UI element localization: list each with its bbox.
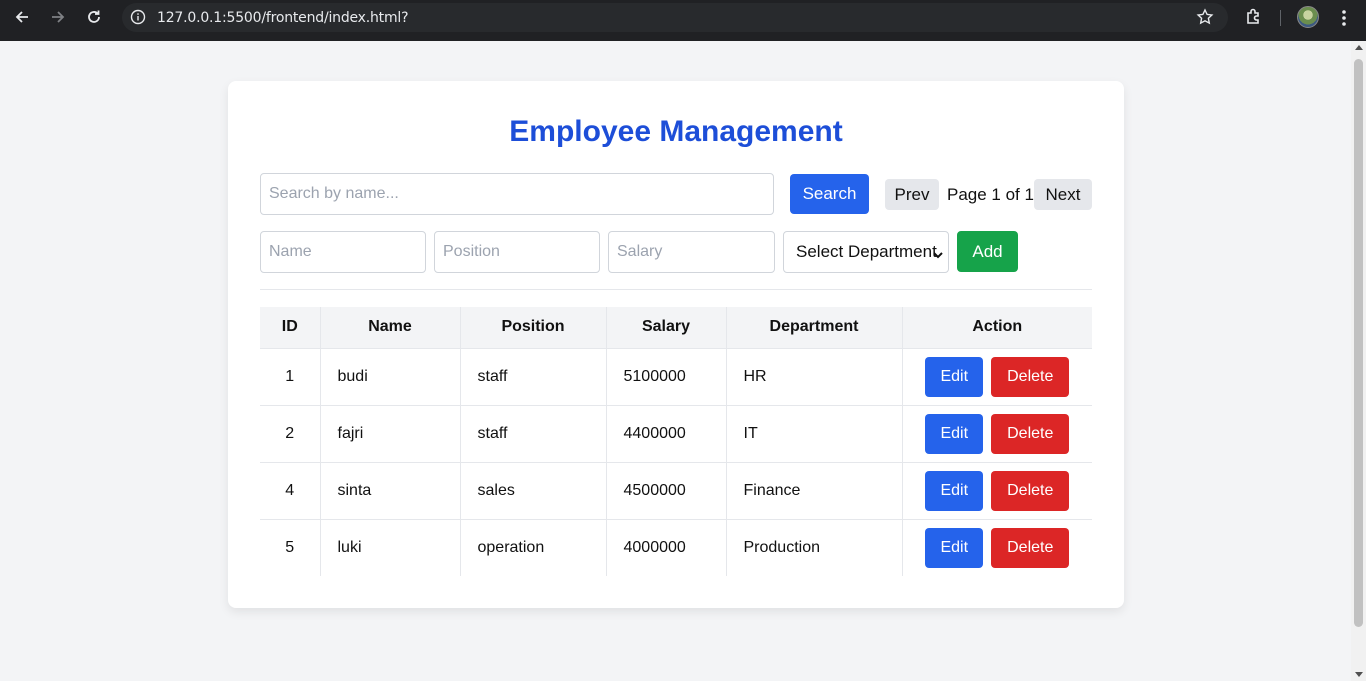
scroll-up-arrow-icon[interactable] [1355, 45, 1363, 50]
edit-button[interactable]: Edit [925, 527, 984, 568]
kebab-menu-icon[interactable] [1335, 8, 1353, 28]
toolbar-divider [1280, 10, 1281, 26]
prev-page-button[interactable]: Prev [885, 179, 939, 210]
cell-name: fajri [320, 404, 461, 462]
cell-actions: Edit Delete [902, 518, 1092, 576]
salary-field[interactable] [608, 231, 775, 273]
column-header-position: Position [460, 307, 607, 348]
cell-position: operation [460, 518, 607, 576]
site-info-icon[interactable] [130, 9, 146, 25]
cell-department: IT [726, 404, 903, 462]
column-header-name: Name [320, 307, 461, 348]
table-row: 1 budi staff 5100000 HR Edit Delete [260, 347, 1092, 405]
position-field[interactable] [434, 231, 600, 273]
column-header-action: Action [902, 307, 1092, 348]
cell-name: budi [320, 347, 461, 405]
url-host: 127.0.0.1 [157, 10, 222, 26]
cell-salary: 4500000 [606, 461, 727, 519]
cell-position: sales [460, 461, 607, 519]
add-employee-button[interactable]: Add [957, 231, 1018, 272]
url-text: 127.0.0.1:5500/frontend/index.html? [157, 10, 409, 26]
delete-button[interactable]: Delete [991, 470, 1070, 511]
reload-icon[interactable] [83, 6, 105, 28]
cell-salary: 4000000 [606, 518, 727, 576]
cell-actions: Edit Delete [902, 347, 1092, 405]
name-field[interactable] [260, 231, 426, 273]
column-header-department: Department [726, 307, 903, 348]
back-arrow-icon[interactable] [11, 6, 33, 28]
employee-table: ID Name Position Salary Department Actio… [260, 307, 1092, 576]
cell-id: 4 [260, 461, 321, 519]
delete-button[interactable]: Delete [991, 356, 1070, 397]
search-button[interactable]: Search [790, 174, 869, 214]
table-row: 5 luki operation 4000000 Production Edit… [260, 518, 1092, 576]
cell-department: Finance [726, 461, 903, 519]
form-divider [260, 289, 1092, 290]
address-bar[interactable]: 127.0.0.1:5500/frontend/index.html? [122, 3, 1228, 32]
cell-salary: 4400000 [606, 404, 727, 462]
cell-name: luki [320, 518, 461, 576]
cell-actions: Edit Delete [902, 461, 1092, 519]
table-row: 4 sinta sales 4500000 Finance Edit Delet… [260, 461, 1092, 519]
column-header-id: ID [260, 307, 321, 348]
cell-id: 5 [260, 518, 321, 576]
cell-position: staff [460, 347, 607, 405]
cell-name: sinta [320, 461, 461, 519]
cell-id: 2 [260, 404, 321, 462]
extensions-icon[interactable] [1244, 7, 1264, 32]
scroll-down-arrow-icon[interactable] [1355, 672, 1363, 677]
cell-salary: 5100000 [606, 347, 727, 405]
cell-department: Production [726, 518, 903, 576]
department-select-value: Select Department [796, 242, 937, 261]
edit-button[interactable]: Edit [925, 413, 984, 454]
column-header-salary: Salary [606, 307, 727, 348]
cell-department: HR [726, 347, 903, 405]
delete-button[interactable]: Delete [991, 527, 1070, 568]
cell-actions: Edit Delete [902, 404, 1092, 462]
profile-avatar[interactable] [1297, 6, 1319, 28]
delete-button[interactable]: Delete [991, 413, 1070, 454]
scrollbar-thumb[interactable] [1354, 59, 1363, 627]
cell-position: staff [460, 404, 607, 462]
page-indicator: Page 1 of 1 [947, 185, 1034, 204]
url-path: :5500/frontend/index.html? [222, 10, 409, 26]
table-row: 2 fajri staff 4400000 IT Edit Delete [260, 404, 1092, 462]
forward-arrow-icon[interactable] [47, 6, 69, 28]
employee-card: Employee Management Search Prev Page 1 o… [228, 81, 1124, 608]
table-header-row: ID Name Position Salary Department Actio… [260, 307, 1092, 348]
bookmark-star-icon[interactable] [1196, 8, 1214, 31]
page-scrollbar[interactable] [1351, 41, 1366, 681]
page-title: Employee Management [509, 115, 843, 148]
cell-id: 1 [260, 347, 321, 405]
department-select[interactable]: Select Department [783, 231, 949, 273]
edit-button[interactable]: Edit [925, 470, 984, 511]
edit-button[interactable]: Edit [925, 356, 984, 397]
search-input[interactable] [260, 173, 774, 215]
next-page-button[interactable]: Next [1034, 179, 1092, 210]
chevron-down-icon [932, 246, 944, 266]
browser-toolbar: 127.0.0.1:5500/frontend/index.html? [0, 0, 1366, 41]
